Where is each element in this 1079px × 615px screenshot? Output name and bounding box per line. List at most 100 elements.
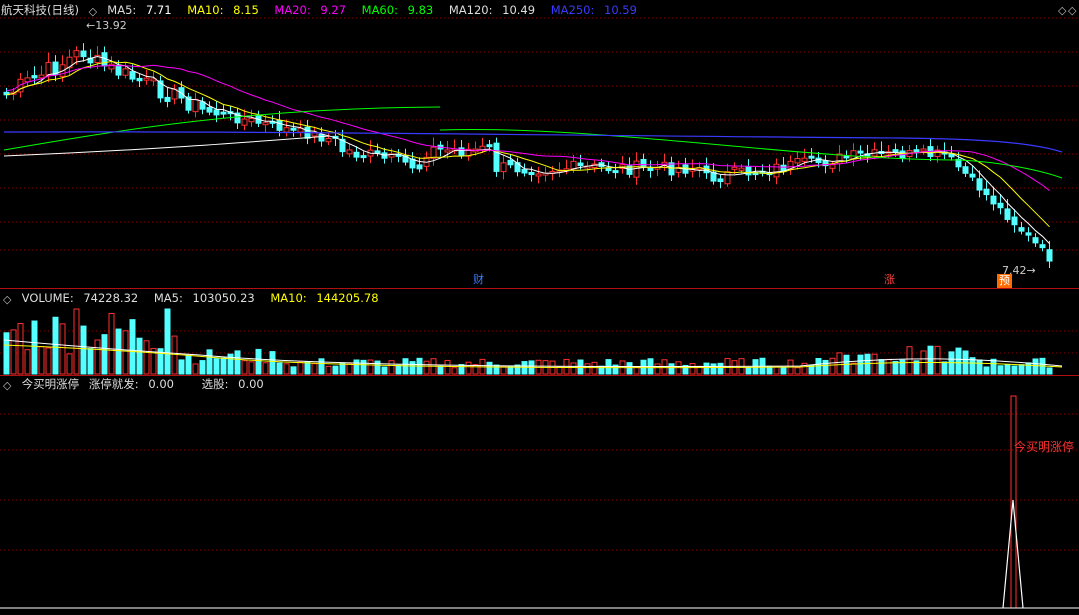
volume-bar (122, 330, 129, 375)
candle (241, 118, 248, 126)
volume-bar (626, 362, 633, 375)
volume-bar (262, 362, 269, 375)
ma250-line (3, 131, 1063, 153)
volume-bar (507, 366, 514, 375)
volume-bar (248, 361, 255, 375)
volume-bar (318, 358, 325, 375)
volume-bar (10, 329, 17, 375)
diamond-icon[interactable]: ◇ (89, 6, 98, 17)
volume-bar (458, 364, 465, 375)
candle (983, 188, 990, 196)
candle (122, 68, 129, 76)
volume-bar (1046, 367, 1053, 375)
volume-bar (885, 358, 892, 375)
volume-bar (864, 353, 871, 375)
volume-bar (164, 308, 171, 375)
event-mark-finance[interactable]: 财 (471, 273, 486, 287)
candle (1025, 232, 1032, 236)
volume-bar (136, 337, 143, 375)
volume-bar (269, 351, 276, 375)
candle (717, 178, 724, 183)
volume-bar (395, 364, 402, 375)
candle (738, 167, 745, 171)
volume-bar (143, 340, 150, 375)
candle (829, 164, 836, 169)
signal-label: 今买明涨停 (1014, 440, 1075, 454)
candle (514, 162, 521, 173)
volume-bar (990, 358, 997, 375)
ma250-indicator: MA250: 10.59 (550, 3, 637, 17)
volume-bar (185, 354, 192, 375)
volume-bar (297, 361, 304, 375)
candle (73, 50, 80, 58)
volume-bar (1032, 358, 1039, 375)
volume-bar (311, 363, 318, 375)
volume-bar (290, 366, 297, 375)
candle (794, 158, 801, 164)
candle (262, 122, 269, 126)
candle (913, 149, 920, 153)
signal-diamond-icon[interactable]: ◇ (3, 380, 12, 391)
signal-param2: 选股: 0.00 (201, 377, 264, 391)
candle (248, 118, 255, 123)
event-mark-forecast[interactable]: 预 (997, 274, 1012, 288)
volume-ma5: MA5: 103050.23 (153, 291, 255, 305)
volume-bar (206, 349, 213, 375)
volume-bar (241, 360, 248, 375)
volume-bar (486, 361, 493, 375)
ma120-indicator: MA120: 10.49 (448, 3, 536, 17)
volume-bar (276, 362, 283, 375)
candle (668, 162, 675, 176)
volume-bar (570, 362, 577, 375)
volume-diamond-icon[interactable]: ◇ (3, 294, 12, 305)
ma120-line (3, 135, 331, 157)
volume-bar (388, 360, 395, 375)
signal-title: 今买明涨停 (21, 377, 80, 391)
volume-bar (997, 365, 1004, 375)
volume-bar (689, 363, 696, 375)
ma20-indicator: MA20: 9.27 (274, 3, 346, 17)
candle (801, 157, 808, 162)
volume-header: ◇ VOLUME: 74228.32 MA5: 103050.23 MA10: … (0, 290, 391, 306)
candle (192, 98, 199, 113)
candle (962, 166, 969, 174)
volume-bar (304, 361, 311, 375)
event-mark-limit-up[interactable]: 涨 (882, 273, 897, 287)
volume-bar (220, 357, 227, 375)
candle (38, 74, 45, 79)
volume-bar (367, 359, 374, 375)
candle (353, 151, 360, 158)
volume-bar (346, 363, 353, 375)
volume-bar (332, 365, 339, 375)
volume-bar (521, 361, 528, 375)
collapse-diamond-icon[interactable]: ◇ (1068, 5, 1077, 16)
volume-bar (584, 363, 591, 375)
candle (1039, 244, 1046, 249)
volume-bar (1011, 365, 1018, 375)
volume-bar (38, 346, 45, 375)
signal-header: ◇ 今买明涨停 涨停就发: 0.00 选股: 0.00 (0, 376, 276, 392)
candle (45, 62, 52, 76)
volume-bar (927, 345, 934, 375)
volume-bar (780, 367, 787, 375)
volume-bar (17, 323, 24, 375)
volume-bar (500, 365, 507, 375)
expand-diamond-icon[interactable]: ◇ (1058, 5, 1067, 16)
candle (416, 164, 423, 170)
volume-bar (437, 365, 444, 375)
volume-bar (829, 357, 836, 375)
candle (647, 167, 654, 171)
candle (976, 178, 983, 191)
candle (535, 173, 542, 177)
volume-bar (80, 325, 87, 375)
candle (276, 119, 283, 131)
volume-ma10: MA10: 144205.78 (270, 291, 379, 305)
candle (444, 149, 451, 153)
candle (969, 173, 976, 178)
volume-bar (94, 339, 101, 375)
volume-bar (892, 360, 899, 375)
candle (164, 96, 171, 102)
candle (430, 146, 437, 159)
volume-bar (381, 366, 388, 375)
candle (920, 148, 927, 152)
